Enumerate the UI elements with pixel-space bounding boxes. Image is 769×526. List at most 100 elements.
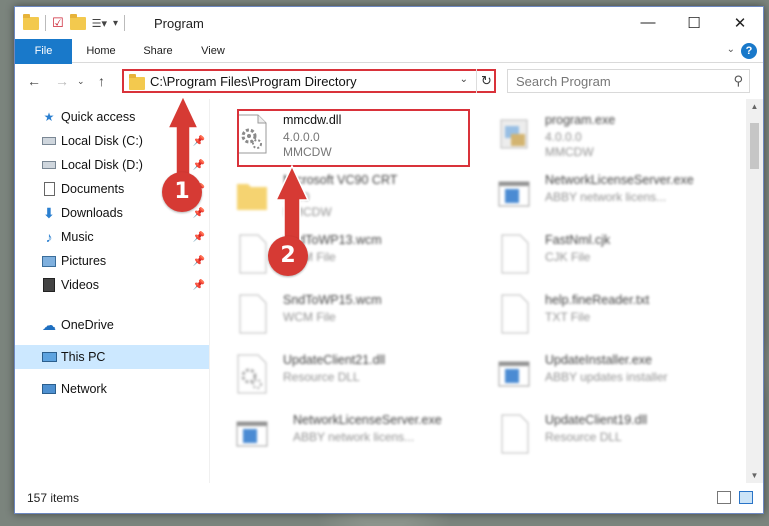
- sidebar-item-label: Local Disk (C:): [61, 134, 143, 148]
- music-icon: ♪: [45, 229, 53, 245]
- step-badge-1: 1: [162, 172, 202, 212]
- sidebar-item-label: Videos: [61, 278, 99, 292]
- pane-divider: [209, 99, 210, 483]
- navigation-pane: ★ Quick access Local Disk (C:) 📌 Local D…: [15, 99, 209, 483]
- sidebar-item-music[interactable]: ♪ Music 📌: [15, 225, 209, 249]
- cloud-icon: ☁: [42, 316, 56, 333]
- recent-locations-icon[interactable]: ⌄: [77, 76, 85, 87]
- properties-check-icon[interactable]: ☑: [52, 15, 64, 31]
- file-item-sndtowp13-wcm[interactable]: SndToWP13.wcm WCM File: [211, 225, 461, 281]
- pin-icon[interactable]: 📌: [193, 232, 205, 243]
- file-item-help-finereader-txt[interactable]: help.fineReader.txt TXT File: [473, 285, 723, 341]
- search-icon[interactable]: ⚲: [733, 73, 743, 89]
- file-name: UpdateClient19.dll: [545, 413, 648, 427]
- file-description: ABBY network licens...: [545, 190, 667, 204]
- file-name: SndToWP15.wcm: [283, 293, 382, 307]
- vertical-scrollbar[interactable]: ▲ ▼: [746, 99, 763, 483]
- sidebar-item-label: This PC: [61, 350, 106, 364]
- up-arrow-icon[interactable]: ↑: [98, 73, 105, 89]
- help-icon[interactable]: ?: [741, 43, 757, 59]
- exe-icon: [500, 119, 528, 149]
- file-item-fastnml-cjk[interactable]: FastNml.cjk CJK File: [473, 225, 723, 281]
- sidebar-item-label: Documents: [61, 182, 125, 196]
- tab-home[interactable]: Home: [77, 39, 125, 63]
- sidebar-item-quick-access[interactable]: ★ Quick access: [15, 105, 209, 129]
- sidebar-item-local-disk-c[interactable]: Local Disk (C:) 📌: [15, 129, 209, 153]
- sidebar-item-network[interactable]: Network: [15, 377, 209, 401]
- file-name: UpdateClient21.dll: [283, 353, 386, 367]
- sidebar-item-onedrive[interactable]: ☁ OneDrive: [15, 313, 209, 337]
- pin-icon[interactable]: 📌: [193, 256, 205, 267]
- pin-icon[interactable]: 📌: [193, 136, 205, 147]
- file-item-updateclient19-dll[interactable]: UpdateClient19.dll Resource DLL: [473, 405, 723, 461]
- customize-toolbar-icon[interactable]: ☰▾: [92, 17, 107, 30]
- item-count: 157 items: [27, 491, 80, 505]
- search-input[interactable]: Search Program: [516, 74, 611, 89]
- file-description: MMCDW: [545, 145, 594, 159]
- file-version: 4.0.0.0: [545, 130, 582, 144]
- dll-gear-icon: [237, 354, 267, 394]
- file-name: program.exe: [545, 113, 616, 127]
- title-bar: ☑ ☰▾ ▾ Program — ☐ ✕: [15, 7, 763, 39]
- blank-file-icon: [501, 234, 529, 274]
- pin-icon[interactable]: 📌: [193, 160, 205, 171]
- tab-share[interactable]: Share: [135, 39, 181, 63]
- sidebar-item-label: Quick access: [61, 110, 136, 124]
- file-explorer-window: ☑ ☰▾ ▾ Program — ☐ ✕ File Home Share Vie…: [14, 6, 764, 514]
- address-path[interactable]: C:\Program Files\Program Directory: [150, 74, 357, 89]
- quick-access-toolbar: ☑ ☰▾ ▾: [23, 13, 126, 31]
- blank-file-icon: [239, 234, 267, 274]
- file-name: Microsoft VC90 CRT: [283, 173, 398, 187]
- sidebar-item-label: Pictures: [61, 254, 107, 268]
- file-item-networklicenseserver-exe-2[interactable]: NetworkLicenseServer.exe ABBY network li…: [211, 405, 461, 461]
- new-folder-icon[interactable]: [69, 13, 86, 30]
- pictures-icon: [41, 253, 57, 269]
- search-box[interactable]: Search Program ⚲: [507, 69, 750, 93]
- pin-icon[interactable]: 📌: [193, 208, 205, 219]
- scrollbar-thumb[interactable]: [750, 123, 759, 169]
- file-description: TXT File: [545, 310, 591, 324]
- scroll-up-icon[interactable]: ▲: [746, 102, 763, 111]
- back-arrow-icon[interactable]: ←: [27, 73, 41, 89]
- ribbon-tabs: File Home Share View ⌄ ?: [15, 39, 763, 95]
- chevron-down-icon[interactable]: ⌄: [460, 74, 468, 85]
- drive-icon: [41, 157, 57, 173]
- chevron-down-icon[interactable]: ▾: [113, 18, 118, 29]
- folder-icon: [23, 13, 39, 30]
- file-item-vc90-folder[interactable]: Microsoft VC90 CRT 1.0.0 MMCDW: [211, 165, 461, 221]
- minimize-button[interactable]: —: [625, 7, 671, 38]
- maximize-button[interactable]: ☐: [671, 7, 717, 38]
- details-view-icon[interactable]: [717, 491, 731, 504]
- file-item-networklicenseserver-exe[interactable]: NetworkLicenseServer.exe ABBY network li…: [473, 165, 723, 221]
- folder-icon: [237, 184, 267, 210]
- app-window-icon: [498, 361, 530, 387]
- forward-arrow-icon[interactable]: →: [55, 73, 69, 89]
- close-button[interactable]: ✕: [717, 7, 763, 38]
- blank-file-icon: [239, 294, 267, 334]
- window-controls: — ☐ ✕: [625, 7, 763, 38]
- sidebar-item-label: Music: [61, 230, 94, 244]
- file-description: Resource DLL: [283, 370, 360, 384]
- expand-ribbon-icon[interactable]: ⌄: [727, 44, 735, 55]
- documents-icon: [41, 181, 57, 197]
- file-item-updateclient21-dll[interactable]: UpdateClient21.dll Resource DLL: [211, 345, 461, 401]
- file-item-sndtowp15-wcm[interactable]: SndToWP15.wcm WCM File: [211, 285, 461, 341]
- divider: [124, 15, 126, 31]
- large-icons-view-icon[interactable]: [739, 491, 753, 504]
- star-icon: ★: [43, 110, 55, 124]
- file-item-updateinstaller-exe[interactable]: UpdateInstaller.exe ABBY updates install…: [473, 345, 723, 401]
- file-list: mmcdw.dll 4.0.0.0 MMCDW program.exe 4.0.…: [211, 99, 746, 483]
- sidebar-item-label: Local Disk (D:): [61, 158, 143, 172]
- sidebar-item-videos[interactable]: Videos 📌: [15, 273, 209, 297]
- file-version: 1.0.0: [283, 190, 310, 204]
- sidebar-item-this-pc[interactable]: This PC: [15, 345, 209, 369]
- tab-view[interactable]: View: [191, 39, 235, 63]
- scroll-down-icon[interactable]: ▼: [746, 471, 763, 480]
- sidebar-item-pictures[interactable]: Pictures 📌: [15, 249, 209, 273]
- sidebar-item-label: Network: [61, 382, 107, 396]
- address-bar[interactable]: C:\Program Files\Program Directory ⌄ ↻: [122, 69, 496, 93]
- refresh-icon[interactable]: ↻: [476, 69, 496, 93]
- file-item-program-exe[interactable]: program.exe 4.0.0.0 MMCDW: [473, 105, 723, 161]
- file-name: help.fineReader.txt: [545, 293, 650, 307]
- pin-icon[interactable]: 📌: [193, 280, 205, 291]
